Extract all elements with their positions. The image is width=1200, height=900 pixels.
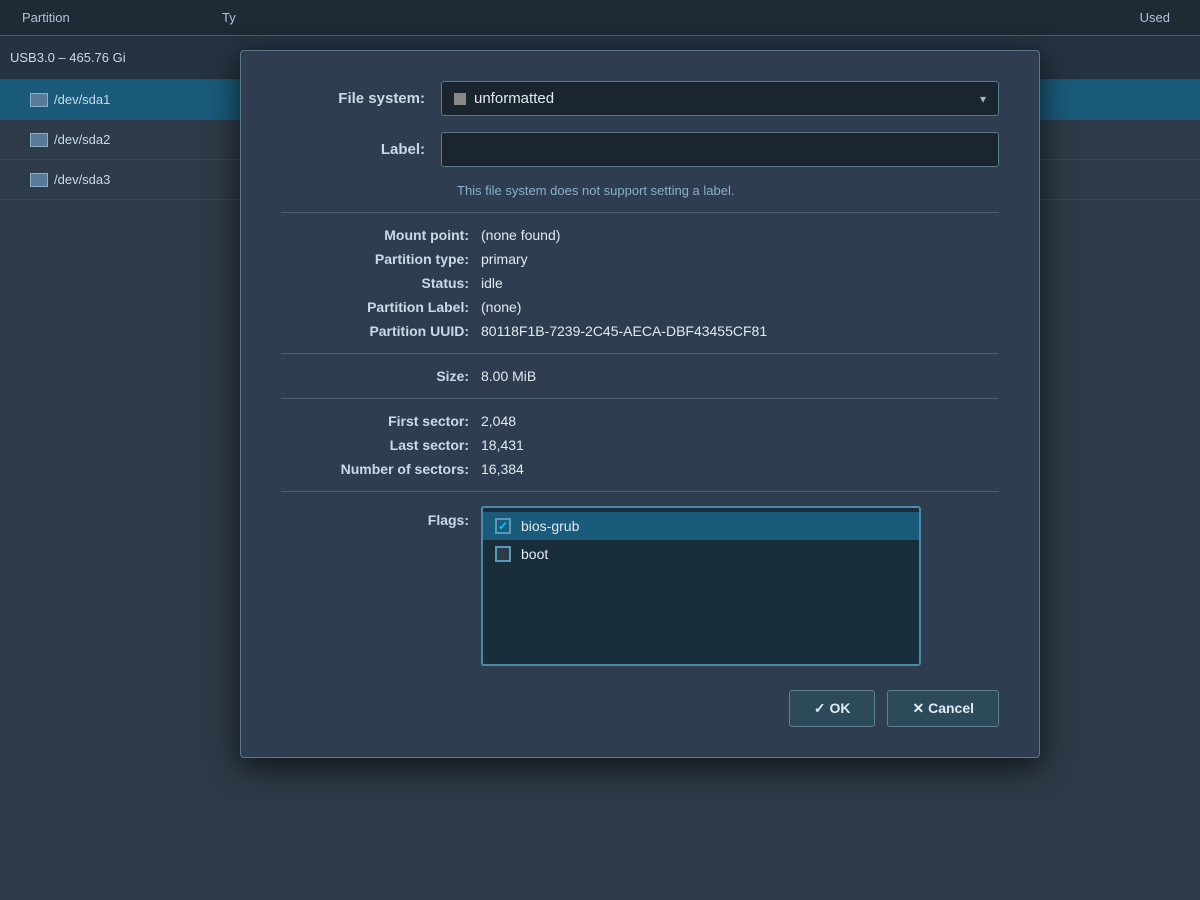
first-sector-value: 2,048	[481, 413, 516, 429]
checkmark-icon: ✓	[498, 519, 508, 533]
filesystem-select-value: unformatted	[454, 90, 554, 107]
dialog-footer: ✓ OK ✕ Cancel	[281, 690, 999, 727]
partition-uuid-label: Partition UUID:	[281, 323, 481, 339]
last-sector-label: Last sector:	[281, 437, 481, 453]
num-sectors-value: 16,384	[481, 461, 524, 477]
status-row: Status: idle	[281, 275, 999, 291]
table-header: Partition Ty Used	[0, 0, 1200, 36]
partition-type-label: Partition type:	[281, 251, 481, 267]
disk-label: USB3.0 – 465.76 Gi	[10, 50, 126, 65]
mount-point-row: Mount point: (none found)	[281, 227, 999, 243]
col-header-used: Used	[1140, 10, 1170, 25]
partition-type-value: primary	[481, 251, 528, 267]
label-input[interactable]	[441, 132, 999, 167]
chevron-down-icon: ▾	[980, 92, 986, 106]
size-value: 8.00 MiB	[481, 368, 536, 384]
flag-item-boot[interactable]: boot	[483, 540, 919, 568]
last-sector-row: Last sector: 18,431	[281, 437, 999, 453]
partition-icon-sda1	[30, 93, 48, 107]
partition-name-sda2: /dev/sda2	[54, 132, 110, 147]
partition-label-row: Partition Label: (none)	[281, 299, 999, 315]
mount-point-label: Mount point:	[281, 227, 481, 243]
mount-point-value: (none found)	[481, 227, 560, 243]
first-sector-label: First sector:	[281, 413, 481, 429]
filesystem-control-wrapper: unformatted ▾	[441, 81, 999, 116]
ok-button[interactable]: ✓ OK	[789, 690, 876, 727]
partition-uuid-value: 80118F1B-7239-2C45-AECA-DBF43455CF81	[481, 323, 767, 339]
flag-name-bios-grub: bios-grub	[521, 518, 579, 534]
divider-2	[281, 353, 999, 354]
flag-item-bios-grub[interactable]: ✓ bios-grub	[483, 512, 919, 540]
partition-icon-sda3	[30, 173, 48, 187]
last-sector-value: 18,431	[481, 437, 524, 453]
partition-uuid-row: Partition UUID: 80118F1B-7239-2C45-AECA-…	[281, 323, 999, 339]
partition-name-sda3: /dev/sda3	[54, 172, 110, 187]
num-sectors-label: Number of sectors:	[281, 461, 481, 477]
filesystem-select[interactable]: unformatted ▾	[441, 81, 999, 116]
label-control-wrapper	[441, 132, 999, 167]
flags-list: ✓ bios-grub boot	[481, 506, 921, 666]
cancel-button[interactable]: ✕ Cancel	[887, 690, 999, 727]
partition-label-value: (none)	[481, 299, 521, 315]
num-sectors-row: Number of sectors: 16,384	[281, 461, 999, 477]
size-label: Size:	[281, 368, 481, 384]
status-value: idle	[481, 275, 503, 291]
size-row: Size: 8.00 MiB	[281, 368, 999, 384]
partition-icon-sda2	[30, 133, 48, 147]
filesystem-square-icon	[454, 93, 466, 105]
flags-label: Flags:	[281, 506, 481, 528]
divider-1	[281, 212, 999, 213]
filesystem-label: File system:	[281, 90, 441, 107]
label-row: Label:	[281, 132, 999, 167]
partition-edit-dialog: File system: unformatted ▾ Label: This f…	[240, 50, 1040, 758]
flag-checkbox-bios-grub[interactable]: ✓	[495, 518, 511, 534]
flag-checkbox-boot[interactable]	[495, 546, 511, 562]
flags-section: Flags: ✓ bios-grub boot	[281, 506, 999, 666]
status-label: Status:	[281, 275, 481, 291]
partition-label-label: Partition Label:	[281, 299, 481, 315]
flag-name-boot: boot	[521, 546, 548, 562]
col-header-partition: Partition	[10, 10, 210, 25]
label-label: Label:	[281, 141, 441, 158]
divider-3	[281, 398, 999, 399]
first-sector-row: First sector: 2,048	[281, 413, 999, 429]
filesystem-row: File system: unformatted ▾	[281, 81, 999, 116]
partition-type-row: Partition type: primary	[281, 251, 999, 267]
divider-4	[281, 491, 999, 492]
label-hint: This file system does not support settin…	[457, 183, 999, 198]
partition-name-sda1: /dev/sda1	[54, 92, 110, 107]
col-header-type: Ty	[210, 10, 330, 25]
filesystem-select-text: unformatted	[474, 90, 554, 107]
